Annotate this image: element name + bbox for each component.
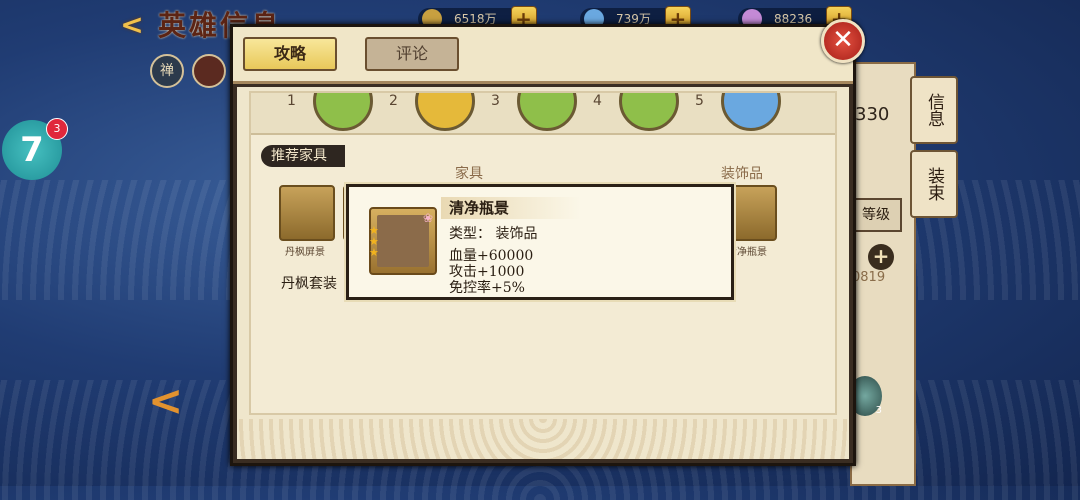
- medal-number: 3: [491, 93, 500, 109]
- tab-info[interactable]: 信息: [910, 76, 958, 144]
- tab-comments[interactable]: 评论: [365, 37, 459, 71]
- star-rating: ★ ★ ★: [369, 224, 379, 259]
- add-button[interactable]: +: [868, 244, 894, 270]
- event-badge-button[interactable]: 7 3: [2, 118, 68, 180]
- dialog-header: 攻略 评论: [233, 27, 853, 84]
- beads-icon[interactable]: [192, 54, 226, 88]
- tab-outfit[interactable]: 装束: [910, 150, 958, 218]
- decoration-column-header: 装饰品: [721, 166, 763, 182]
- medal-number: 5: [695, 93, 704, 109]
- tab-strategy[interactable]: 攻略: [243, 37, 337, 71]
- item-tooltip: ❀ ★ ★ ★ 清净瓶景 类型： 装饰品 血量+60000 攻击+1000 免控率+…: [346, 184, 734, 300]
- medal-number: 4: [593, 93, 602, 109]
- medal-icon[interactable]: [517, 93, 577, 131]
- medal-row: 1 2 3 4 5: [251, 93, 835, 135]
- furniture-item[interactable]: [279, 185, 335, 241]
- stat-control-resist: 免控率+5%: [449, 280, 525, 296]
- medal-icon[interactable]: [415, 93, 475, 131]
- zen-button[interactable]: 禅: [150, 54, 184, 88]
- medal-icon[interactable]: [313, 93, 373, 131]
- recommend-furniture-label: 推荐家具: [261, 145, 345, 167]
- notification-count: 3: [46, 118, 68, 140]
- item-art: [377, 215, 429, 267]
- set-description: 丹枫套装: [281, 276, 337, 292]
- level-button[interactable]: 等级: [850, 198, 902, 232]
- vase-icon: ❀ ★ ★ ★: [369, 207, 437, 275]
- furniture-column-header: 家具: [455, 166, 483, 182]
- item-caption: 丹枫屏景: [285, 247, 325, 258]
- medal-number: 2: [389, 93, 398, 109]
- medal-icon[interactable]: [721, 93, 781, 131]
- event-badge-number: 7: [20, 130, 44, 170]
- medal-number: 1: [287, 93, 296, 109]
- medal-icon[interactable]: [619, 93, 679, 131]
- power-value: 0819: [852, 270, 886, 285]
- flower-icon: ❀: [422, 211, 433, 225]
- back-button[interactable]: <: [118, 10, 146, 40]
- item-name: 清净瓶景: [449, 199, 510, 217]
- prev-hero-button[interactable]: <: [148, 376, 183, 425]
- shield-count: 3: [875, 405, 882, 416]
- stat-value: 330: [855, 104, 890, 125]
- wave-pattern: [237, 419, 849, 459]
- item-type: 类型： 装饰品: [449, 226, 538, 242]
- close-button[interactable]: ✕: [821, 19, 865, 63]
